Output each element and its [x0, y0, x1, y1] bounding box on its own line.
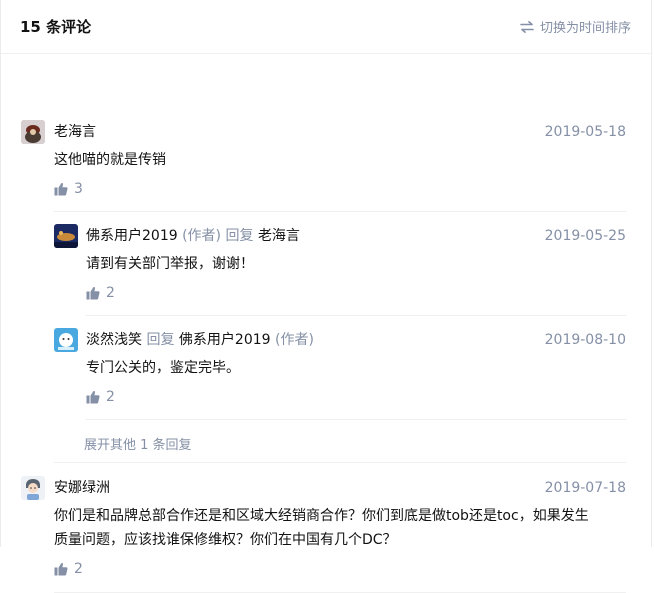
thumbs-up-icon [54, 562, 68, 576]
reply-content: 请到有关部门举报，谢谢！ [86, 256, 254, 272]
reply-header: 淡然浅笑 回复 佛系用户2019 (作者) [86, 330, 314, 350]
comment-content-line: 质量问题，应该找谁保修维权？你们在中国有几个DC？ [54, 532, 397, 548]
comment-content: 你们是和品牌总部合作还是和区域大经销商合作？你们到底是做tob还是toc，如果发… [54, 504, 634, 552]
comment-content: 这他喵的就是传销 [54, 152, 166, 168]
reply-date: 2019-05-25 [544, 228, 626, 244]
reply-to-user[interactable]: 老海言 [258, 228, 300, 244]
avatar[interactable] [21, 476, 45, 500]
thumbs-up-icon [54, 182, 68, 196]
comment-content-line: 你们是和品牌总部合作还是和区域大经销商合作？你们到底是做tob还是toc，如果发… [54, 508, 589, 524]
avatar[interactable] [54, 328, 78, 352]
comment-author[interactable]: 老海言 [54, 122, 96, 142]
like-count: 2 [106, 285, 115, 301]
reply-author[interactable]: 淡然浅笑 [86, 332, 142, 348]
author-tag: (作者) [182, 228, 222, 244]
thumbs-up-icon [86, 286, 100, 300]
reply-word: 回复 [146, 332, 175, 348]
comment-count-title: 15 条评论 [20, 18, 92, 36]
sort-toggle-label: 切换为时间排序 [539, 21, 631, 36]
reply-date: 2019-08-10 [544, 332, 626, 348]
thumbs-up-icon [86, 390, 100, 404]
like-button[interactable]: 2 [86, 285, 115, 301]
divider [54, 462, 626, 463]
like-button[interactable]: 3 [54, 181, 83, 197]
reply-content: 专门公关的，鉴定完毕。 [86, 360, 240, 376]
reply-author[interactable]: 佛系用户2019 [86, 228, 178, 244]
divider [86, 419, 626, 420]
swap-icon [520, 20, 534, 33]
comment-author[interactable]: 安娜绿洲 [54, 478, 110, 498]
divider [54, 211, 626, 212]
comment-date: 2019-05-18 [544, 124, 626, 140]
like-count: 2 [74, 561, 83, 577]
comments-panel: 15 条评论 切换为时间排序 老海言 2019-05-18 这他喵的就是传销 3… [0, 0, 652, 593]
author-tag: (作者) [275, 332, 314, 348]
reply-header: 佛系用户2019 (作者) 回复 老海言 [86, 226, 300, 246]
avatar[interactable] [21, 120, 45, 144]
comments-header: 15 条评论 切换为时间排序 [1, 0, 651, 54]
like-button[interactable]: 2 [86, 389, 115, 405]
avatar[interactable] [54, 224, 78, 248]
divider [86, 315, 626, 316]
like-button[interactable]: 2 [54, 561, 83, 577]
like-count: 2 [106, 389, 115, 405]
reply-to-user[interactable]: 佛系用户2019 [179, 332, 271, 348]
expand-replies-link[interactable]: 展开其他 1 条回复 [84, 434, 192, 453]
comment-date: 2019-07-18 [544, 480, 626, 496]
reply-word: 回复 [225, 228, 254, 244]
sort-toggle-button[interactable]: 切换为时间排序 [520, 17, 631, 36]
like-count: 3 [74, 181, 83, 197]
